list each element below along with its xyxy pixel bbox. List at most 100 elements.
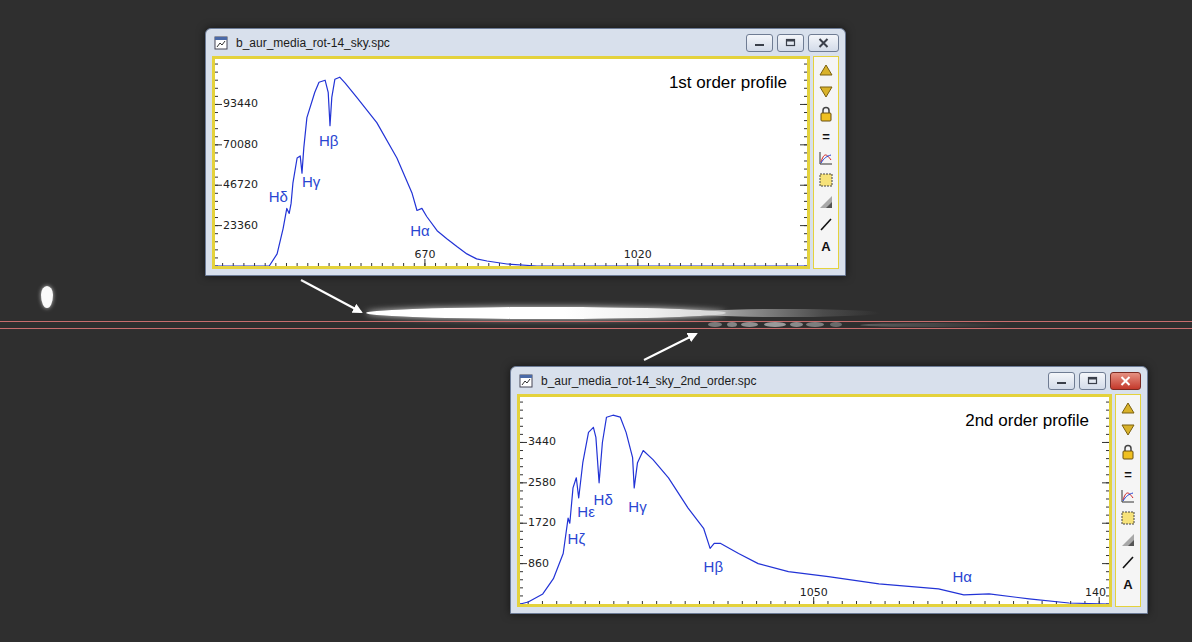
line-label: Hγ	[628, 499, 646, 516]
axis-tick	[804, 257, 807, 258]
toolbar-button[interactable]	[814, 169, 838, 191]
lock-icon	[819, 106, 833, 122]
axis-tick	[286, 263, 287, 266]
axis-tick	[520, 442, 527, 443]
axis-tick	[1106, 466, 1109, 467]
axis-tick	[670, 601, 671, 604]
axis-tick	[642, 601, 643, 604]
axis-tick	[1102, 523, 1109, 524]
toolbar-button[interactable]	[1116, 507, 1140, 529]
axis-tick	[414, 263, 415, 266]
axis-tick	[478, 263, 479, 266]
close-button[interactable]	[808, 34, 839, 52]
axis-tick	[520, 498, 523, 499]
axis-tick	[804, 209, 807, 210]
axis-tick	[804, 88, 807, 89]
axis-tick	[542, 601, 543, 604]
toolbar-button[interactable]	[1116, 485, 1140, 507]
close-button[interactable]	[1110, 372, 1141, 390]
axis-tick	[804, 193, 807, 194]
axis-tick	[520, 490, 523, 491]
axis-tick	[1106, 539, 1109, 540]
axis-tick	[1027, 601, 1028, 604]
axis-tick	[1106, 531, 1109, 532]
y-tick-label: 1720	[528, 517, 556, 530]
profile-plot[interactable]: 2nd order profile3440258017208601050140H…	[517, 394, 1112, 607]
axis-tick	[856, 601, 857, 604]
axis-tick	[1106, 410, 1109, 411]
plot-toolbar: =A	[1115, 394, 1141, 607]
line-icon	[818, 216, 834, 232]
axis-tick	[339, 263, 340, 266]
axis-tick	[842, 601, 843, 604]
axis-tick	[999, 601, 1000, 604]
axis-tick	[1106, 458, 1109, 459]
toolbar-button[interactable]	[1116, 551, 1140, 573]
maximize-button[interactable]	[1079, 372, 1106, 390]
axis-tick	[585, 601, 586, 604]
axis-tick	[985, 601, 986, 604]
line-icon	[1120, 554, 1136, 570]
axis-tick	[1106, 490, 1109, 491]
axis-tick	[520, 531, 523, 532]
axis-tick	[1106, 450, 1109, 451]
axis-tick	[520, 555, 523, 556]
down-icon	[819, 86, 833, 98]
lock-icon	[1121, 444, 1135, 460]
axis-tick	[599, 601, 600, 604]
axis-tick	[520, 466, 523, 467]
toolbar-button[interactable]	[1116, 397, 1140, 419]
axis-tick	[215, 72, 218, 73]
maximize-button[interactable]	[777, 34, 804, 52]
title-bar[interactable]: b_aur_media_rot-14_sky.spc	[212, 29, 839, 56]
spectrum-window[interactable]: b_aur_media_rot-14_sky.spc1st order prof…	[205, 28, 846, 276]
axis-tick	[970, 601, 971, 604]
line-label: Hε	[577, 504, 595, 521]
axis-tick	[215, 217, 218, 218]
axis-tick	[804, 241, 807, 242]
toolbar-button[interactable]: A	[814, 235, 838, 257]
minimize-button[interactable]	[1048, 372, 1075, 390]
x-tick-label: 670	[414, 248, 435, 261]
toolbar-button[interactable]: A	[1116, 573, 1140, 595]
line-label: Hζ	[568, 531, 585, 548]
toolbar-button[interactable]	[814, 103, 838, 125]
axis-tick	[804, 136, 807, 137]
toolbar-button[interactable]	[1116, 529, 1140, 551]
spectrum-window[interactable]: b_aur_media_rot-14_sky_2nd_order.spc2nd …	[510, 366, 1148, 614]
toolbar-button[interactable]: =	[1116, 463, 1140, 485]
axis-tick	[215, 185, 222, 186]
toolbar-button[interactable]	[814, 213, 838, 235]
y-tick-label: 70080	[223, 138, 258, 151]
toolbar-button[interactable]	[1116, 419, 1140, 441]
axis-tick	[520, 579, 523, 580]
axis-tick	[275, 263, 276, 266]
axis-tick	[520, 450, 523, 451]
axis-tick	[1106, 498, 1109, 499]
line-label: Hδ	[594, 492, 613, 509]
toolbar-button[interactable]	[1116, 441, 1140, 463]
profile-plot[interactable]: 1st order profile93440700804672023360670…	[212, 56, 810, 269]
toolbar-button[interactable]	[814, 191, 838, 213]
plot-toolbar: =A	[813, 56, 839, 269]
axis-tick	[756, 601, 757, 604]
axis-tick	[870, 601, 871, 604]
axis-tick	[800, 144, 807, 145]
toolbar-button[interactable]	[814, 59, 838, 81]
axis-tick	[215, 136, 218, 137]
axis-tick	[1102, 563, 1109, 564]
toolbar-button[interactable]	[814, 147, 838, 169]
axis-tick	[215, 112, 218, 113]
minimize-button[interactable]	[746, 34, 773, 52]
window-title: b_aur_media_rot-14_sky_2nd_order.spc	[541, 372, 756, 390]
y-tick-label: 2580	[528, 476, 556, 489]
title-bar[interactable]: b_aur_media_rot-14_sky_2nd_order.spc	[517, 367, 1141, 394]
axis-tick	[215, 249, 218, 250]
toolbar-button[interactable]: =	[814, 125, 838, 147]
toolbar-button[interactable]	[814, 81, 838, 103]
axis-tick	[804, 152, 807, 153]
axis-tick	[685, 601, 686, 604]
second-order-spot	[708, 322, 722, 327]
axis-tick	[520, 563, 527, 564]
gradient-icon	[818, 194, 834, 210]
